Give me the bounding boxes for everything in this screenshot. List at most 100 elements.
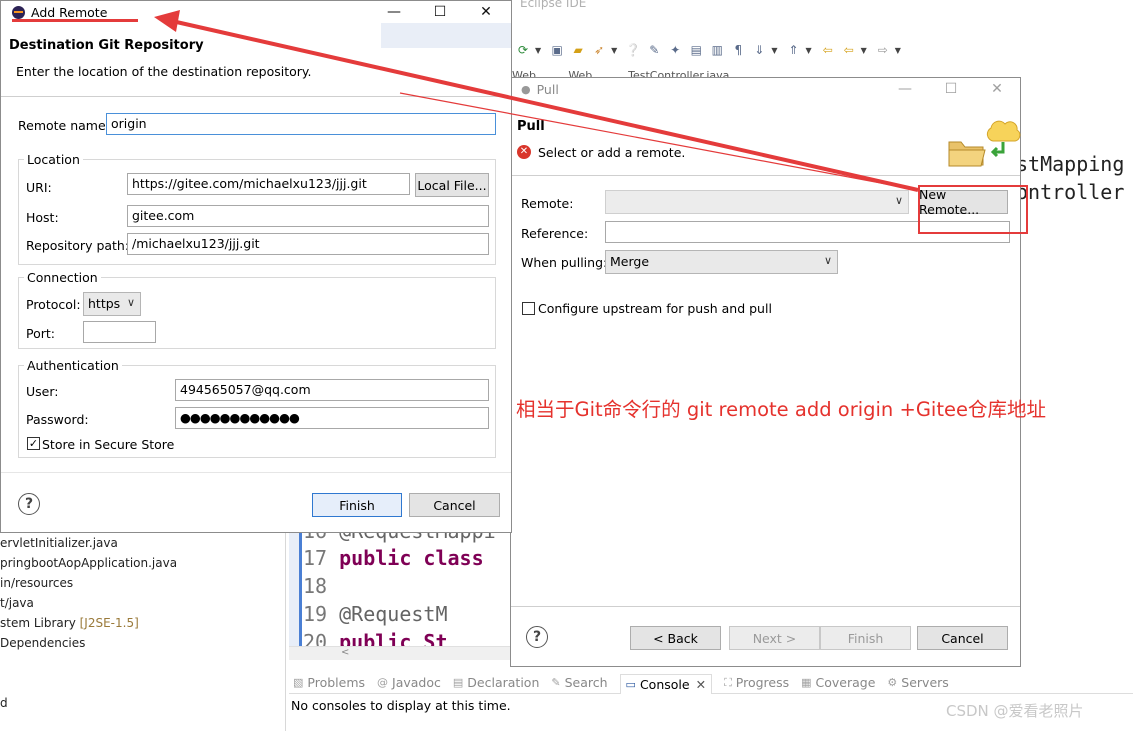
chevron-down-icon[interactable]: ▼ — [895, 46, 901, 55]
explorer-item[interactable]: in/resources — [0, 576, 73, 590]
forward-icon[interactable]: ⇨ — [874, 41, 892, 59]
protocol-select[interactable]: https ∨ — [83, 292, 141, 316]
connection-group-title: Connection — [24, 270, 101, 285]
console-icon: ▭ — [625, 677, 636, 691]
tab-coverage[interactable]: ▦ Coverage — [801, 675, 875, 690]
problems-icon: ▧ — [293, 676, 304, 689]
chevron-down-icon[interactable]: ▼ — [861, 46, 867, 55]
run-icon[interactable]: ➶ — [590, 41, 608, 59]
chevron-down-icon[interactable]: ▼ — [611, 46, 617, 55]
git-icon[interactable]: ⟳ — [514, 41, 532, 59]
wizard-message: Enter the location of the destination re… — [16, 64, 312, 79]
password-input[interactable]: ●●●●●●●●●●●● — [175, 407, 489, 429]
cancel-button[interactable]: Cancel — [917, 626, 1008, 650]
chevron-down-icon[interactable]: ▼ — [535, 46, 541, 55]
configure-upstream-checkbox[interactable] — [522, 302, 535, 315]
remote-name-label: Remote name: — [18, 118, 110, 133]
debug-icon[interactable]: ❔ — [624, 41, 642, 59]
scroll-left-icon[interactable]: < — [341, 647, 349, 658]
annotation-text: 相当于Git命令行的 git remote add origin +Gitee仓… — [516, 398, 1046, 421]
minimize-icon[interactable]: — — [882, 78, 928, 100]
code-line: stMapping — [1020, 152, 1125, 176]
code-line: 17 public class — [303, 546, 484, 570]
add-remote-dialog: Add Remote — ☐ ✕ Destination Git Reposit… — [0, 0, 512, 533]
package-explorer: ervletInitializer.java pringbootAopAppli… — [0, 533, 286, 731]
dialog-title: Add Remote — [31, 4, 108, 20]
store-secure-label: Store in Secure Store — [42, 437, 175, 452]
remote-name-input[interactable]: origin — [106, 113, 496, 135]
tab-problems[interactable]: ▧ Problems — [293, 675, 365, 690]
password-label: Password: — [26, 412, 89, 427]
watermark: CSDN @爱看老照片 — [946, 702, 1084, 720]
explorer-item[interactable]: Dependencies — [0, 636, 85, 650]
host-input[interactable]: gitee.com — [127, 205, 489, 227]
git-fetch-banner-icon — [947, 116, 1022, 174]
location-group-title: Location — [24, 152, 83, 167]
declaration-icon: ▤ — [452, 676, 464, 689]
close-icon[interactable]: ✕ — [974, 78, 1020, 100]
maximize-icon[interactable]: ☐ — [417, 1, 463, 23]
maximize-icon[interactable]: ☐ — [928, 78, 974, 100]
editor-ruler — [299, 533, 302, 660]
tab-console[interactable]: ▭ Console ✕ — [619, 673, 713, 694]
chevron-down-icon[interactable]: ▼ — [805, 46, 811, 55]
next-button[interactable]: Next > — [729, 626, 820, 650]
remote-select[interactable]: ∨ — [605, 190, 909, 214]
block-icon[interactable]: ▤ — [687, 41, 705, 59]
open-type-icon[interactable]: ▣ — [548, 41, 566, 59]
uri-label: URI: — [26, 180, 52, 195]
toggle-icon[interactable]: ✦ — [666, 41, 684, 59]
finish-button[interactable]: Finish — [312, 493, 402, 517]
explorer-item[interactable]: t/java — [0, 596, 34, 610]
configure-upstream-label: Configure upstream for push and pull — [538, 301, 772, 316]
local-file-button[interactable]: Local File... — [415, 173, 489, 197]
tab-declaration[interactable]: ▤ Declaration — [453, 675, 539, 690]
close-icon[interactable]: ✕ — [463, 1, 509, 23]
when-pulling-select[interactable]: Merge ∨ — [605, 250, 838, 274]
pull-dialog: ● Pull — ☐ ✕ Pull ✕ Select or add a remo… — [510, 77, 1021, 667]
uri-input[interactable]: https://gitee.com/michaelxu123/jjj.git — [127, 173, 410, 195]
help-icon[interactable]: ? — [526, 626, 548, 648]
explorer-item[interactable]: pringbootAopApplication.java — [0, 556, 177, 570]
explorer-item[interactable]: ervletInitializer.java — [0, 536, 118, 550]
tab-javadoc[interactable]: @ Javadoc — [377, 675, 441, 690]
javadoc-icon: @ — [377, 676, 389, 689]
whitespace-icon[interactable]: ▥ — [708, 41, 726, 59]
explorer-item[interactable]: d — [0, 696, 8, 710]
back-button[interactable]: < Back — [630, 626, 721, 650]
open-folder-icon[interactable]: ▰ — [569, 41, 587, 59]
banner-decoration — [381, 23, 511, 48]
wand-icon[interactable]: ✎ — [645, 41, 663, 59]
tab-search[interactable]: ✎ Search — [551, 675, 607, 690]
editor-horizontal-scrollbar[interactable]: < — [289, 646, 514, 660]
minimize-icon[interactable]: — — [371, 1, 417, 23]
close-icon[interactable]: ✕ — [696, 677, 706, 692]
tab-progress[interactable]: ⛶ Progress — [724, 675, 789, 690]
explorer-item[interactable]: stem Library [J2SE-1.5] — [0, 616, 139, 630]
port-label: Port: — [26, 326, 55, 341]
annotation-prev-icon[interactable]: ⇑ — [784, 41, 802, 59]
back-icon[interactable]: ⇦ — [840, 41, 858, 59]
code-editor[interactable]: 16 @RequestMappi 17 public class 18 19 @… — [289, 533, 514, 660]
code-editor-fragment: stMapping ontroller — [1020, 150, 1133, 240]
port-input[interactable] — [83, 321, 156, 343]
finish-button[interactable]: Finish — [820, 626, 911, 650]
user-input[interactable]: 494565057@qq.com — [175, 379, 489, 401]
user-label: User: — [26, 384, 59, 399]
wizard-page-title: Pull — [517, 119, 545, 134]
pilcrow-icon[interactable]: ¶ — [729, 41, 747, 59]
wizard-page-title: Destination Git Repository — [9, 38, 204, 53]
last-edit-icon[interactable]: ⇦ — [819, 41, 837, 59]
chevron-down-icon[interactable]: ▼ — [771, 46, 777, 55]
help-icon[interactable]: ? — [18, 493, 40, 515]
annotation-next-icon[interactable]: ⇓ — [750, 41, 768, 59]
repository-path-input[interactable]: /michaelxu123/jjj.git — [127, 233, 489, 255]
dialog-title: Pull — [536, 81, 559, 97]
code-line: 18 — [303, 574, 328, 598]
store-secure-checkbox[interactable]: ✓ — [27, 437, 40, 450]
reference-label: Reference: — [521, 226, 589, 241]
cancel-button[interactable]: Cancel — [409, 493, 500, 517]
tab-servers[interactable]: ⚙ Servers — [887, 675, 948, 690]
console-message: No consoles to display at this time. — [291, 698, 511, 713]
annotation-underline — [12, 19, 138, 22]
